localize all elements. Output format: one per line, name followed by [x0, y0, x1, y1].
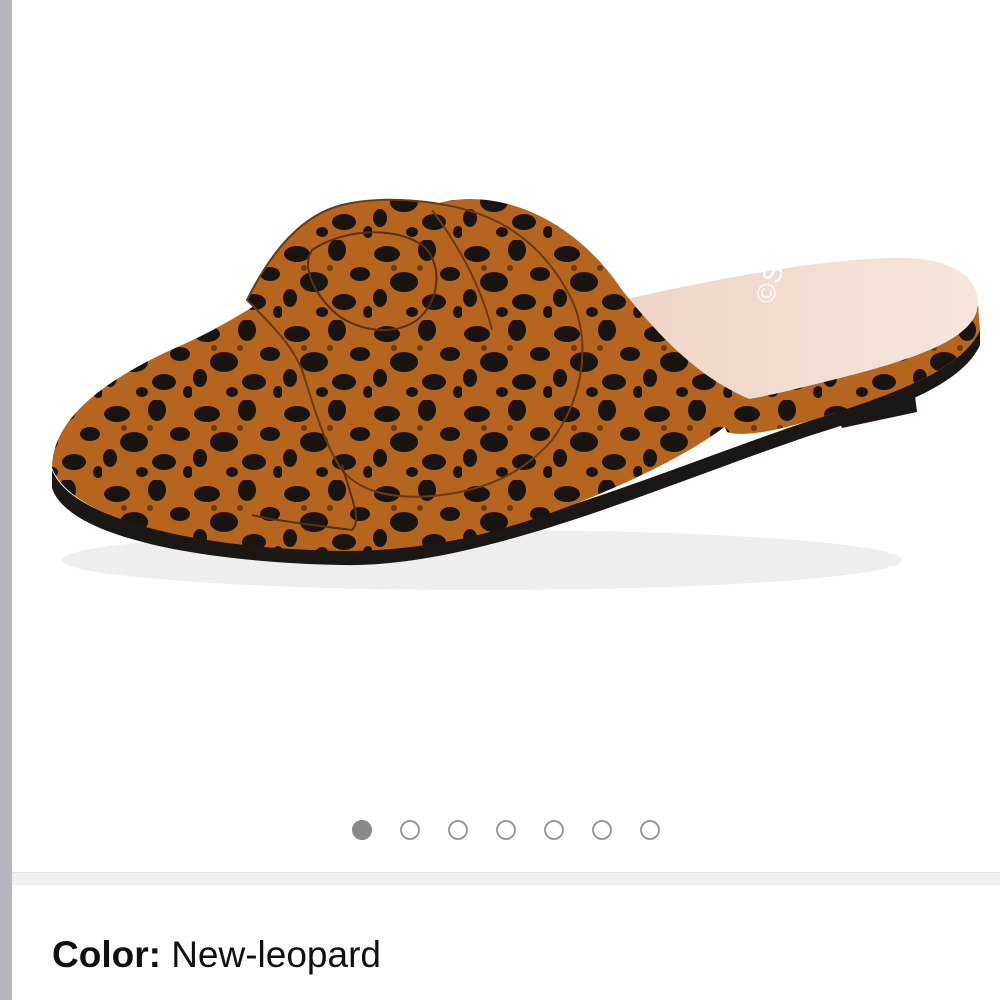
section-divider [12, 872, 1000, 885]
carousel-dot-2[interactable] [400, 820, 420, 840]
product-detail-page: ©SANDALUP Color: New-leopard [0, 0, 1000, 1000]
carousel-dot-1[interactable] [352, 820, 372, 840]
carousel-dot-3[interactable] [448, 820, 468, 840]
product-image[interactable]: ©SANDALUP [12, 0, 1000, 800]
color-label: Color: [52, 934, 172, 975]
image-carousel-dots [0, 820, 1000, 850]
left-edge-bar [0, 0, 12, 1000]
color-selection: Color: New-leopard [52, 934, 381, 976]
carousel-dot-5[interactable] [544, 820, 564, 840]
shoe-illustration: ©SANDALUP [52, 129, 980, 590]
carousel-dot-7[interactable] [640, 820, 660, 840]
carousel-dot-4[interactable] [496, 820, 516, 840]
color-value: New-leopard [171, 934, 381, 975]
carousel-dot-6[interactable] [592, 820, 612, 840]
